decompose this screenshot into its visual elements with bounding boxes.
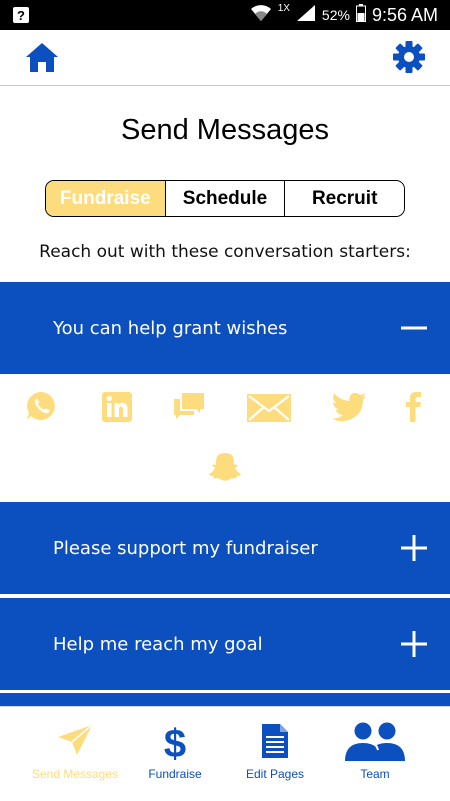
document-icon bbox=[262, 724, 288, 758]
nav-label: Send Messages bbox=[31, 767, 119, 781]
page-subtitle: Reach out with these conversation starte… bbox=[39, 242, 411, 262]
page-title: Send Messages bbox=[121, 114, 329, 146]
nav-label: Fundraise bbox=[148, 767, 202, 781]
tab-schedule[interactable]: Schedule bbox=[164, 181, 285, 216]
accordion-item-reach-goal[interactable]: Help me reach my goal bbox=[0, 598, 450, 690]
battery-icon bbox=[355, 3, 366, 27]
accordion-item-grant-wishes[interactable]: You can help grant wishes bbox=[0, 282, 450, 374]
notification-icon: ? bbox=[12, 6, 30, 28]
network-type-label: 1X bbox=[277, 3, 290, 14]
share-icons-panel bbox=[0, 374, 450, 500]
clock: 9:56 AM bbox=[371, 4, 438, 25]
twitter-icon[interactable] bbox=[331, 392, 367, 426]
svg-text:$: $ bbox=[164, 722, 186, 763]
accordion-label: Please support my fundraiser bbox=[53, 537, 318, 559]
accordion-label: You can help grant wishes bbox=[53, 317, 288, 339]
accordion-label: Help me reach my goal bbox=[53, 633, 263, 655]
battery-percent: 52% bbox=[321, 7, 350, 23]
minus-icon[interactable] bbox=[400, 314, 428, 342]
nav-label: Edit Pages bbox=[245, 767, 305, 781]
linkedin-icon[interactable] bbox=[102, 392, 132, 426]
nav-label: Team bbox=[360, 767, 390, 781]
email-icon[interactable] bbox=[247, 394, 291, 426]
accordion-item-partial bbox=[0, 693, 450, 706]
team-icon bbox=[345, 722, 405, 761]
nav-team[interactable]: Team bbox=[319, 707, 431, 801]
facebook-icon[interactable] bbox=[405, 390, 423, 426]
plus-icon[interactable] bbox=[400, 630, 428, 658]
top-bar bbox=[0, 30, 450, 86]
status-bar: ? 1X 52% 9:56 AM bbox=[0, 0, 450, 30]
dollar-icon: $ bbox=[164, 722, 186, 763]
nav-send-messages[interactable]: Send Messages bbox=[19, 707, 131, 801]
plus-icon[interactable] bbox=[400, 534, 428, 562]
gear-icon[interactable] bbox=[392, 40, 426, 74]
whatsapp-icon[interactable] bbox=[25, 390, 57, 426]
sms-icon[interactable] bbox=[172, 391, 206, 425]
paper-plane-icon bbox=[58, 724, 93, 755]
tab-fundraise[interactable]: Fundraise bbox=[46, 181, 165, 216]
nav-fundraise[interactable]: $ Fundraise bbox=[119, 707, 231, 801]
home-icon[interactable] bbox=[24, 40, 60, 76]
snapchat-icon[interactable] bbox=[208, 452, 242, 488]
bottom-nav: Send Messages $ Fundraise Edit Pages Tea… bbox=[0, 706, 450, 800]
svg-text:?: ? bbox=[17, 8, 25, 23]
nav-edit-pages[interactable]: Edit Pages bbox=[219, 707, 331, 801]
segmented-control: Fundraise Schedule Recruit bbox=[45, 180, 405, 217]
accordion-item-support-fundraiser[interactable]: Please support my fundraiser bbox=[0, 502, 450, 594]
wifi-icon bbox=[250, 4, 272, 27]
tab-recruit[interactable]: Recruit bbox=[284, 181, 404, 216]
signal-icon bbox=[296, 4, 316, 27]
